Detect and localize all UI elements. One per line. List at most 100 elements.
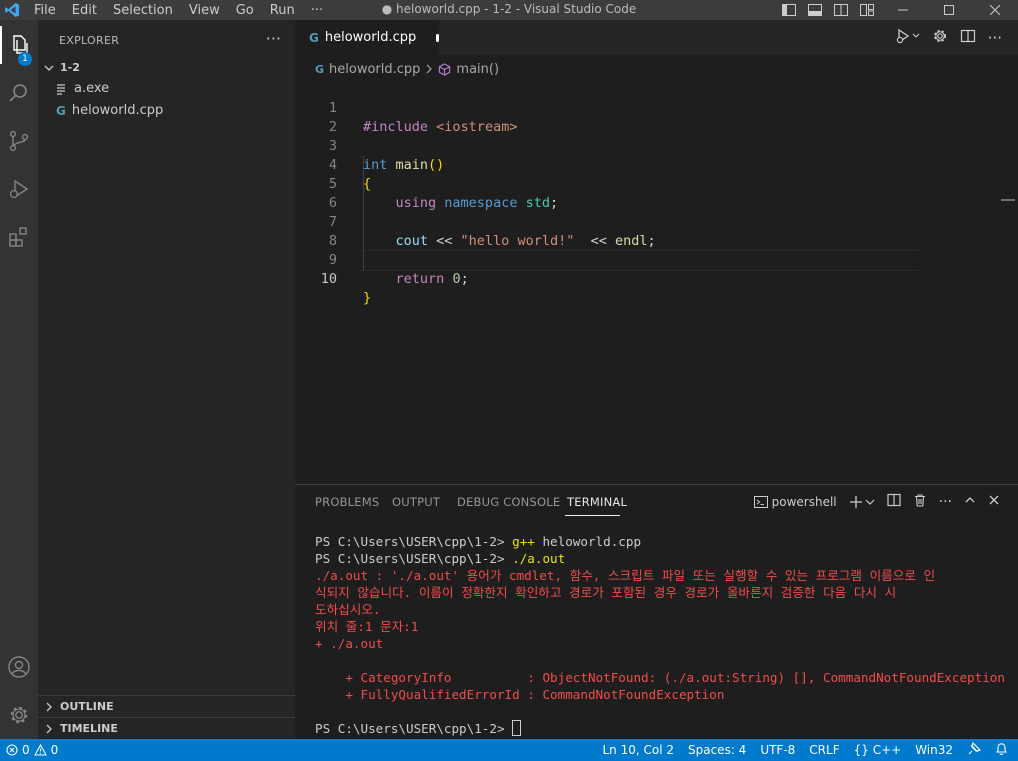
timeline-section[interactable]: TIMELINE xyxy=(38,717,295,739)
vscode-logo-icon xyxy=(5,3,19,17)
code-token: return xyxy=(395,271,445,287)
breadcrumb: G heloworld.cpp main() xyxy=(295,58,499,80)
cpp-file-icon: G xyxy=(315,62,325,76)
timeline-label: TIMELINE xyxy=(60,722,118,735)
menu-more[interactable]: ··· xyxy=(303,3,331,18)
extensions-activity-button[interactable] xyxy=(0,218,38,256)
tab-debug-console[interactable]: DEBUG CONSOLE xyxy=(457,495,560,509)
feedback-button[interactable] xyxy=(967,741,982,759)
terminal-line: PS C:\Users\USER\cpp\1-2> ./a.out xyxy=(315,550,565,567)
status-platform[interactable]: Win32 xyxy=(915,743,953,757)
explorer-more-button[interactable]: ··· xyxy=(266,29,281,48)
terminal-error-line: + CategoryInfo : ObjectNotFound: (./a.ou… xyxy=(315,670,1005,685)
terminal-cursor xyxy=(512,720,522,736)
bell-icon xyxy=(995,742,1008,755)
status-encoding[interactable]: UTF-8 xyxy=(760,743,795,757)
new-terminal-button[interactable] xyxy=(849,495,875,509)
maximize-panel-button[interactable] xyxy=(964,494,976,509)
run-debug-activity-button[interactable] xyxy=(0,170,38,208)
file-item-a-exe[interactable]: a.exe xyxy=(56,81,109,96)
status-indentation[interactable]: Spaces: 4 xyxy=(688,743,746,757)
status-eol[interactable]: CRLF xyxy=(809,743,839,757)
outline-section[interactable]: OUTLINE xyxy=(38,695,295,717)
gear-icon xyxy=(10,706,28,724)
status-cursor-position[interactable]: Ln 10, Col 2 xyxy=(602,743,674,757)
chevron-right-icon xyxy=(46,702,52,711)
source-control-activity-button[interactable] xyxy=(0,122,38,160)
file-item-heloworld-cpp[interactable]: G heloworld.cpp xyxy=(56,103,163,118)
close-window-button[interactable] xyxy=(972,0,1018,20)
breadcrumb-symbol[interactable]: main() xyxy=(456,62,499,77)
breadcrumb-file[interactable]: heloworld.cpp xyxy=(329,62,420,77)
outline-label: OUTLINE xyxy=(60,700,114,713)
terminal-error-line: 도하십시오. xyxy=(315,602,381,617)
code-editor[interactable]: 1 #include <iostream> 2 3 int main() 4 {… xyxy=(295,80,1015,483)
menu-file[interactable]: File xyxy=(26,3,64,18)
cpp-file-icon: G xyxy=(309,30,319,45)
menu-run[interactable]: Run xyxy=(262,3,303,18)
close-panel-button[interactable] xyxy=(988,494,1000,509)
tab-problems[interactable]: PROBLEMS xyxy=(315,495,379,509)
tab-output[interactable]: OUTPUT xyxy=(392,495,440,509)
error-count: 0 xyxy=(22,743,30,757)
customize-layout-icon[interactable] xyxy=(854,4,880,16)
file-name: a.exe xyxy=(74,81,110,96)
chevron-right-icon xyxy=(426,64,433,74)
toggle-primary-sidebar-icon[interactable] xyxy=(776,4,802,16)
search-activity-button[interactable] xyxy=(0,74,38,112)
editor-tab-bar: G heloworld.cpp ··· xyxy=(295,20,1018,55)
terminal-shell-selector[interactable]: powershell xyxy=(753,495,837,509)
editor-actions: ··· xyxy=(896,20,1002,55)
terminal-line: PS C:\Users\USER\cpp\1-2> xyxy=(315,720,522,737)
extensions-icon xyxy=(9,227,27,247)
minimize-button[interactable] xyxy=(880,0,926,20)
source-control-icon xyxy=(9,130,29,152)
notifications-button[interactable] xyxy=(995,742,1008,759)
terminal-error-line: 위치 줄:1 문자:1 xyxy=(315,619,419,634)
split-terminal-button[interactable] xyxy=(887,493,901,510)
settings-button[interactable] xyxy=(932,28,948,48)
split-editor-button[interactable] xyxy=(960,28,976,48)
title-bar: File Edit Selection View Go Run ··· ● he… xyxy=(0,0,1018,20)
menu-selection[interactable]: Selection xyxy=(105,3,181,18)
toggle-panel-icon[interactable] xyxy=(802,4,828,16)
manage-activity-button[interactable] xyxy=(0,696,38,734)
line-number: 10 xyxy=(320,271,337,287)
more-actions-button[interactable]: ··· xyxy=(988,29,1002,47)
terminal-prompt: PS C:\Users\USER\cpp\1-2> xyxy=(315,534,513,549)
bottom-panel: PROBLEMS OUTPUT DEBUG CONSOLE TERMINAL p… xyxy=(295,484,1018,739)
menu-go[interactable]: Go xyxy=(228,3,262,18)
tab-label: heloworld.cpp xyxy=(324,30,417,45)
chevron-down-icon xyxy=(865,499,875,505)
plus-icon xyxy=(849,495,862,508)
warning-count: 0 xyxy=(50,743,59,757)
maximize-button[interactable] xyxy=(926,0,972,20)
status-language[interactable]: {} C++ xyxy=(854,743,902,757)
menu-view[interactable]: View xyxy=(181,3,228,18)
code-line: 9 return 0; xyxy=(295,232,920,287)
tab-terminal[interactable]: TERMINAL xyxy=(567,495,627,509)
accounts-activity-button[interactable] xyxy=(0,648,38,686)
chevron-up-icon xyxy=(965,497,975,503)
activity-bar: 1 xyxy=(0,20,38,739)
close-icon xyxy=(989,495,999,505)
account-icon xyxy=(8,656,30,678)
folder-row[interactable]: 1-2 xyxy=(44,61,80,74)
tab-heloworld-cpp[interactable]: G heloworld.cpp xyxy=(295,20,439,55)
toggle-secondary-sidebar-icon[interactable] xyxy=(828,4,854,16)
file-lines-icon xyxy=(57,83,65,95)
status-problems[interactable]: 0 0 xyxy=(6,739,58,761)
code-line: 2 xyxy=(295,99,920,135)
code-line: 10 } xyxy=(295,251,920,306)
cpp-file-icon: G xyxy=(56,103,66,118)
terminal-error-line: ./a.out : './a.out' 용어가 cmdlet, 함수, 스크립트… xyxy=(315,568,936,583)
explorer-title: EXPLORER xyxy=(59,34,120,47)
run-code-button[interactable] xyxy=(896,28,920,48)
kill-terminal-button[interactable] xyxy=(913,493,927,510)
warning-icon xyxy=(33,744,47,756)
unsaved-dot-icon[interactable] xyxy=(436,33,439,42)
error-icon xyxy=(6,744,18,756)
menu-edit[interactable]: Edit xyxy=(64,3,105,18)
explorer-activity-button[interactable]: 1 xyxy=(0,26,38,66)
panel-more-button[interactable]: ··· xyxy=(939,494,952,510)
